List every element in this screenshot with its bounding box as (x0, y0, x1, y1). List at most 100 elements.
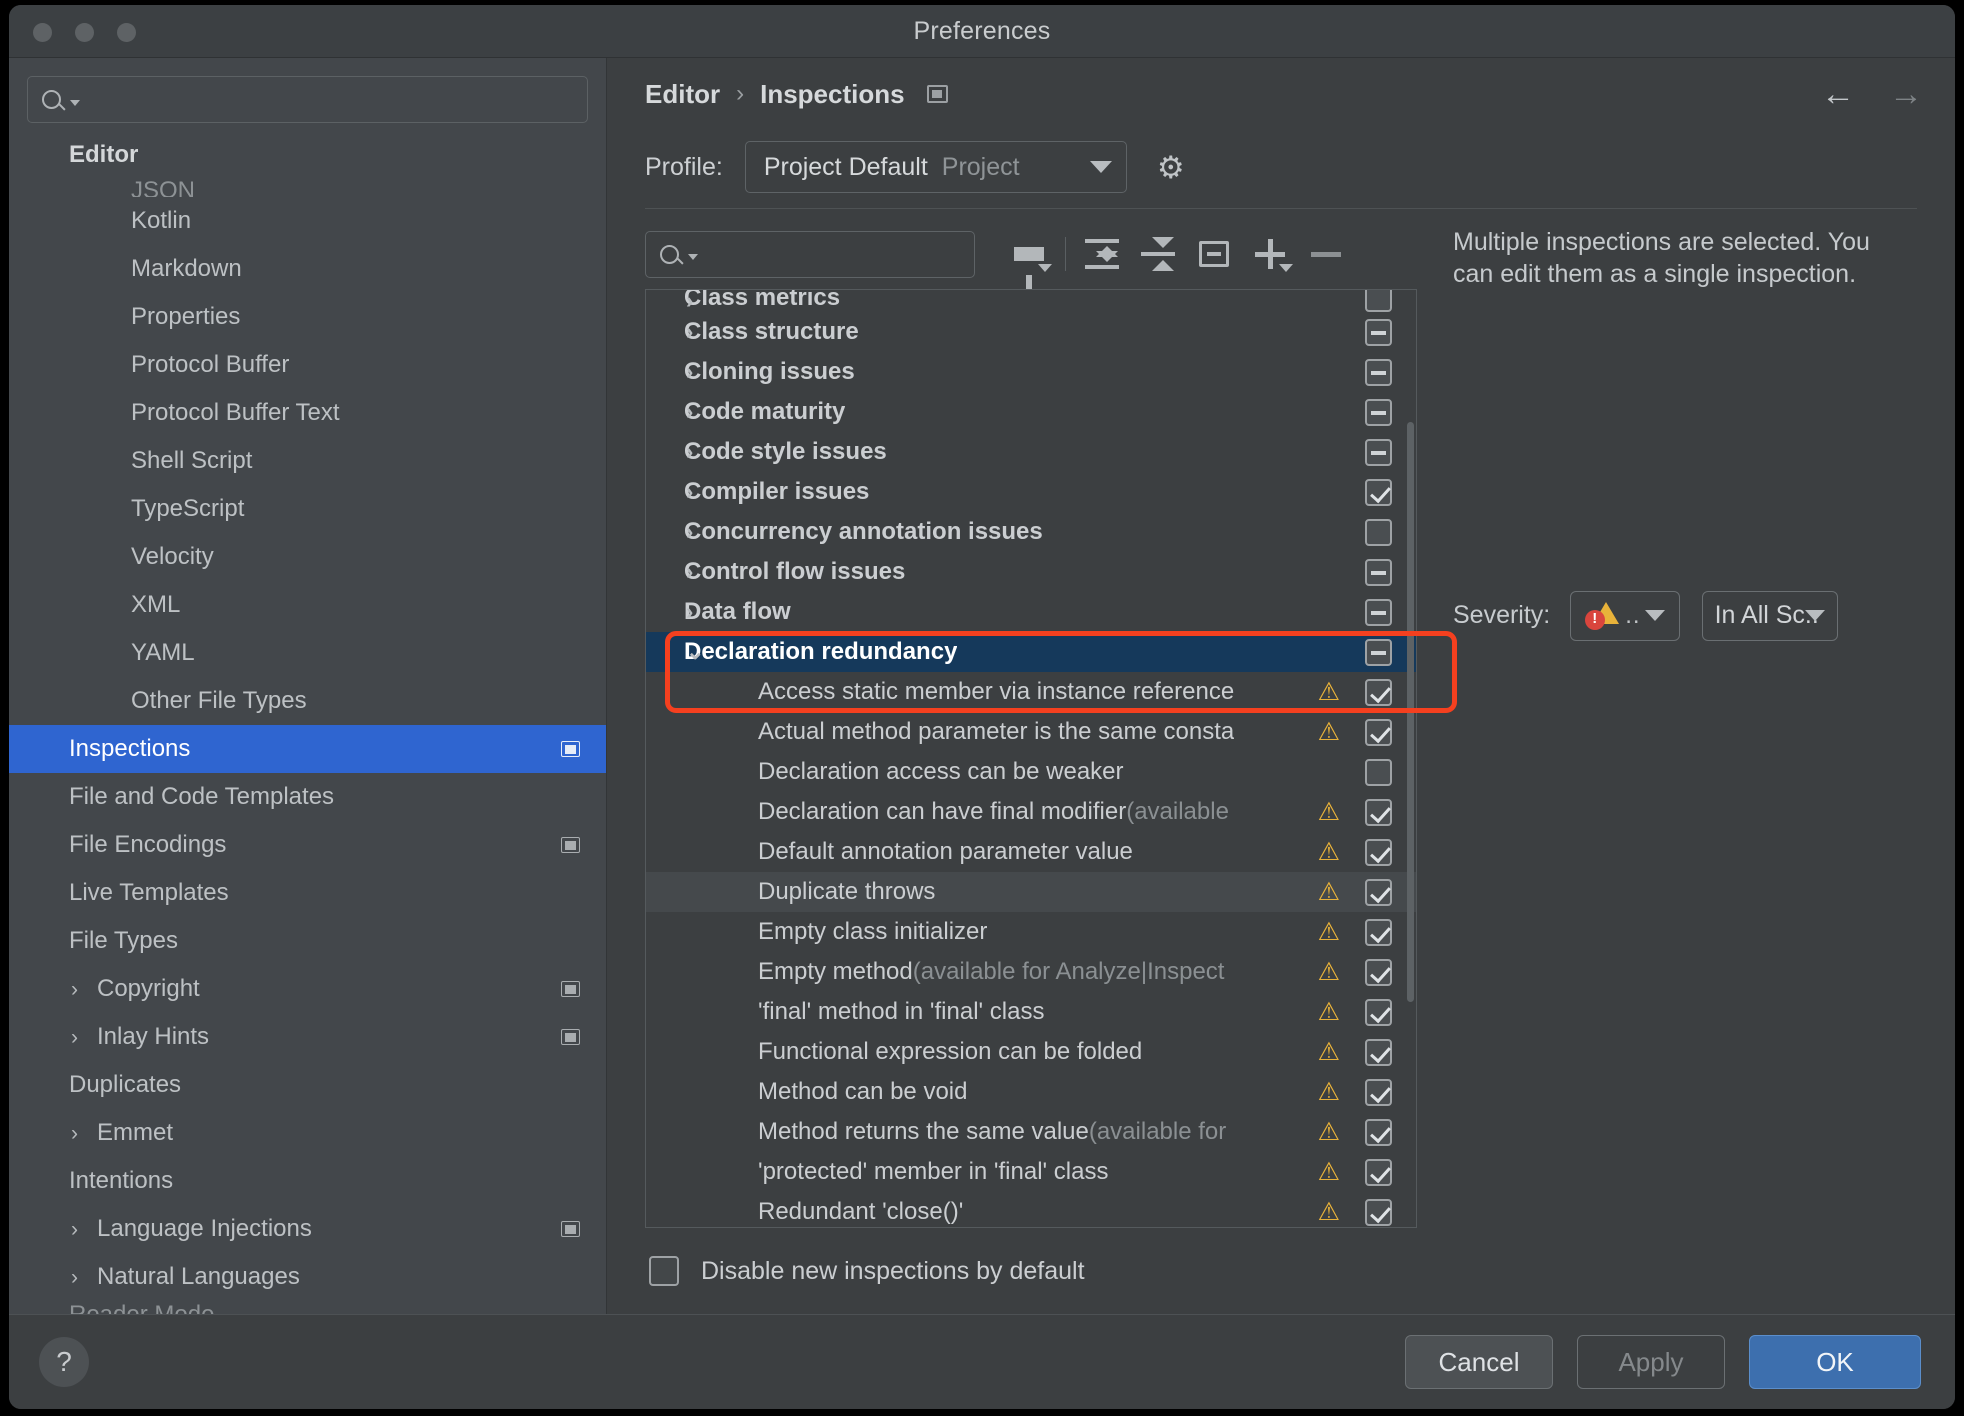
chevron-right-icon[interactable]: › (71, 1123, 78, 1144)
ok-button[interactable]: OK (1749, 1335, 1921, 1389)
tree-group-row[interactable]: › Compiler issues (646, 472, 1416, 512)
sidebar-item-protocol-buffer[interactable]: Protocol Buffer (9, 341, 606, 389)
tree-inspection-row[interactable]: Redundant 'close()' ⚠ (646, 1192, 1416, 1227)
filter-button[interactable] (1001, 230, 1057, 289)
chevron-right-icon[interactable]: › (71, 1267, 78, 1288)
sidebar-item-file-types[interactable]: File Types (9, 917, 606, 965)
tree-inspection-row[interactable]: 'protected' member in 'final' class ⚠ (646, 1152, 1416, 1192)
chevron-down-icon[interactable]: ⌄ (686, 641, 704, 663)
tree-inspection-row[interactable]: Duplicate throws ⚠ (646, 872, 1416, 912)
apply-button[interactable]: Apply (1577, 1335, 1725, 1389)
sidebar-item-copyright[interactable]: › Copyright (9, 965, 606, 1013)
tree-row-checkbox[interactable] (1365, 798, 1392, 826)
profile-dropdown[interactable]: Project Default Project (744, 141, 1127, 193)
tree-row-checkbox[interactable] (1365, 398, 1392, 426)
sidebar-item-language-injections[interactable]: › Language Injections (9, 1205, 606, 1253)
chevron-right-icon[interactable]: › (686, 361, 693, 383)
chevron-right-icon[interactable]: › (71, 1219, 78, 1240)
sidebar-item-yaml[interactable]: YAML (9, 629, 606, 677)
tree-row-checkbox[interactable] (1365, 638, 1392, 666)
chevron-right-icon[interactable]: › (686, 481, 693, 503)
tree-group-row[interactable]: › Cloning issues (646, 352, 1416, 392)
tree-row-checkbox[interactable] (1365, 678, 1392, 706)
breadcrumb-parent[interactable]: Editor (645, 79, 720, 110)
scrollbar-thumb[interactable] (1407, 421, 1414, 1002)
tree-group-row[interactable]: › Class structure (646, 312, 1416, 352)
tree-row-checkbox[interactable] (1365, 718, 1392, 746)
tree-scrollbar[interactable] (1406, 291, 1415, 1226)
tree-row-checkbox[interactable] (1365, 758, 1392, 786)
tree-inspection-row[interactable]: Empty method (available for Analyze|Insp… (646, 952, 1416, 992)
tree-inspection-row[interactable]: 'final' method in 'final' class ⚠ (646, 992, 1416, 1032)
tree-row-checkbox[interactable] (1365, 1198, 1392, 1226)
tree-row-checkbox[interactable] (1365, 838, 1392, 866)
tree-inspection-row[interactable]: Functional expression can be folded ⚠ (646, 1032, 1416, 1072)
tree-inspection-row[interactable]: Method can be void ⚠ (646, 1072, 1416, 1112)
sidebar-item-markdown[interactable]: Markdown (9, 245, 606, 293)
sidebar-item-file-and-code-templates[interactable]: File and Code Templates (9, 773, 606, 821)
cancel-button[interactable]: Cancel (1405, 1335, 1553, 1389)
sidebar-search-input[interactable] (27, 76, 588, 123)
chevron-right-icon[interactable]: › (686, 601, 693, 623)
chevron-right-icon[interactable]: › (686, 561, 693, 583)
sidebar-item-reader-mode[interactable]: Reader Mode (9, 1301, 606, 1314)
tree-group-row[interactable]: › Code maturity (646, 392, 1416, 432)
sidebar-item-emmet[interactable]: › Emmet (9, 1109, 606, 1157)
tree-inspection-row[interactable]: Method returns the same value (available… (646, 1112, 1416, 1152)
tree-row-checkbox[interactable] (1365, 558, 1392, 586)
reset-to-defaults-button[interactable] (1186, 230, 1242, 278)
sidebar-item-natural-languages[interactable]: › Natural Languages (9, 1253, 606, 1301)
tree-group-row[interactable]: › Data flow (646, 592, 1416, 632)
tree-group-row[interactable]: › Code style issues (646, 432, 1416, 472)
disable-new-inspections-row[interactable]: Disable new inspections by default (645, 1228, 1417, 1314)
sidebar-item-inlay-hints[interactable]: › Inlay Hints (9, 1013, 606, 1061)
add-button[interactable] (1242, 230, 1298, 278)
severity-dropdown[interactable]: .. (1570, 590, 1680, 641)
sidebar-item-duplicates[interactable]: Duplicates (9, 1061, 606, 1109)
sidebar-item-velocity[interactable]: Velocity (9, 533, 606, 581)
tree-row-checkbox[interactable] (1365, 1158, 1392, 1186)
sidebar-item-json[interactable]: JSON (9, 177, 606, 197)
tree-row-checkbox[interactable] (1365, 998, 1392, 1026)
gear-icon[interactable]: ⚙ (1157, 152, 1185, 183)
tree-inspection-row[interactable]: Declaration access can be weaker (646, 752, 1416, 792)
help-button[interactable]: ? (39, 1337, 89, 1387)
tree-row-checkbox[interactable] (1365, 518, 1392, 546)
sidebar-item-other-file-types[interactable]: Other File Types (9, 677, 606, 725)
chevron-right-icon[interactable]: › (686, 321, 693, 343)
sidebar-item-kotlin[interactable]: Kotlin (9, 197, 606, 245)
sidebar-item-xml[interactable]: XML (9, 581, 606, 629)
chevron-right-icon[interactable]: › (686, 521, 693, 543)
tree-row-checkbox[interactable] (1365, 358, 1392, 386)
remove-button[interactable] (1298, 230, 1354, 278)
chevron-right-icon[interactable]: › (686, 290, 693, 312)
tree-group-row[interactable]: ⌄ Declaration redundancy (646, 632, 1416, 672)
tree-row-checkbox[interactable] (1365, 478, 1392, 506)
back-arrow-icon[interactable]: ← (1821, 77, 1855, 111)
tree-row-checkbox[interactable] (1365, 598, 1392, 626)
sidebar-item-protocol-buffer-text[interactable]: Protocol Buffer Text (9, 389, 606, 437)
tree-inspection-row[interactable]: Actual method parameter is the same cons… (646, 712, 1416, 752)
scope-dropdown[interactable]: In All Sc.. (1701, 590, 1838, 641)
chevron-right-icon[interactable]: › (71, 1027, 78, 1048)
tree-group-row[interactable]: › Class metrics (646, 290, 1416, 312)
tree-inspection-row[interactable]: Default annotation parameter value ⚠ (646, 832, 1416, 872)
tree-inspection-row[interactable]: Declaration can have final modifier (ava… (646, 792, 1416, 832)
inspections-tree[interactable]: › Class metrics › Class structure › Cloning i… (645, 289, 1417, 1228)
collapse-all-button[interactable] (1130, 230, 1186, 278)
tree-group-row[interactable]: › Control flow issues (646, 552, 1416, 592)
tree-row-checkbox[interactable] (1365, 318, 1392, 346)
sidebar-item-shell-script[interactable]: Shell Script (9, 437, 606, 485)
tree-row-checkbox[interactable] (1365, 878, 1392, 906)
tree-row-checkbox[interactable] (1365, 1118, 1392, 1146)
tree-row-checkbox[interactable] (1365, 1078, 1392, 1106)
tree-row-checkbox[interactable] (1365, 1038, 1392, 1066)
tree-inspection-row[interactable]: Access static member via instance refere… (646, 672, 1416, 712)
forward-arrow-icon[interactable]: → (1889, 77, 1923, 111)
inspection-search-input[interactable] (645, 230, 975, 278)
chevron-right-icon[interactable]: › (686, 441, 693, 463)
chevron-right-icon[interactable]: › (71, 979, 78, 1000)
tree-row-checkbox[interactable] (1365, 958, 1392, 986)
sidebar-item-intentions[interactable]: Intentions (9, 1157, 606, 1205)
tree-inspection-row[interactable]: Empty class initializer ⚠ (646, 912, 1416, 952)
